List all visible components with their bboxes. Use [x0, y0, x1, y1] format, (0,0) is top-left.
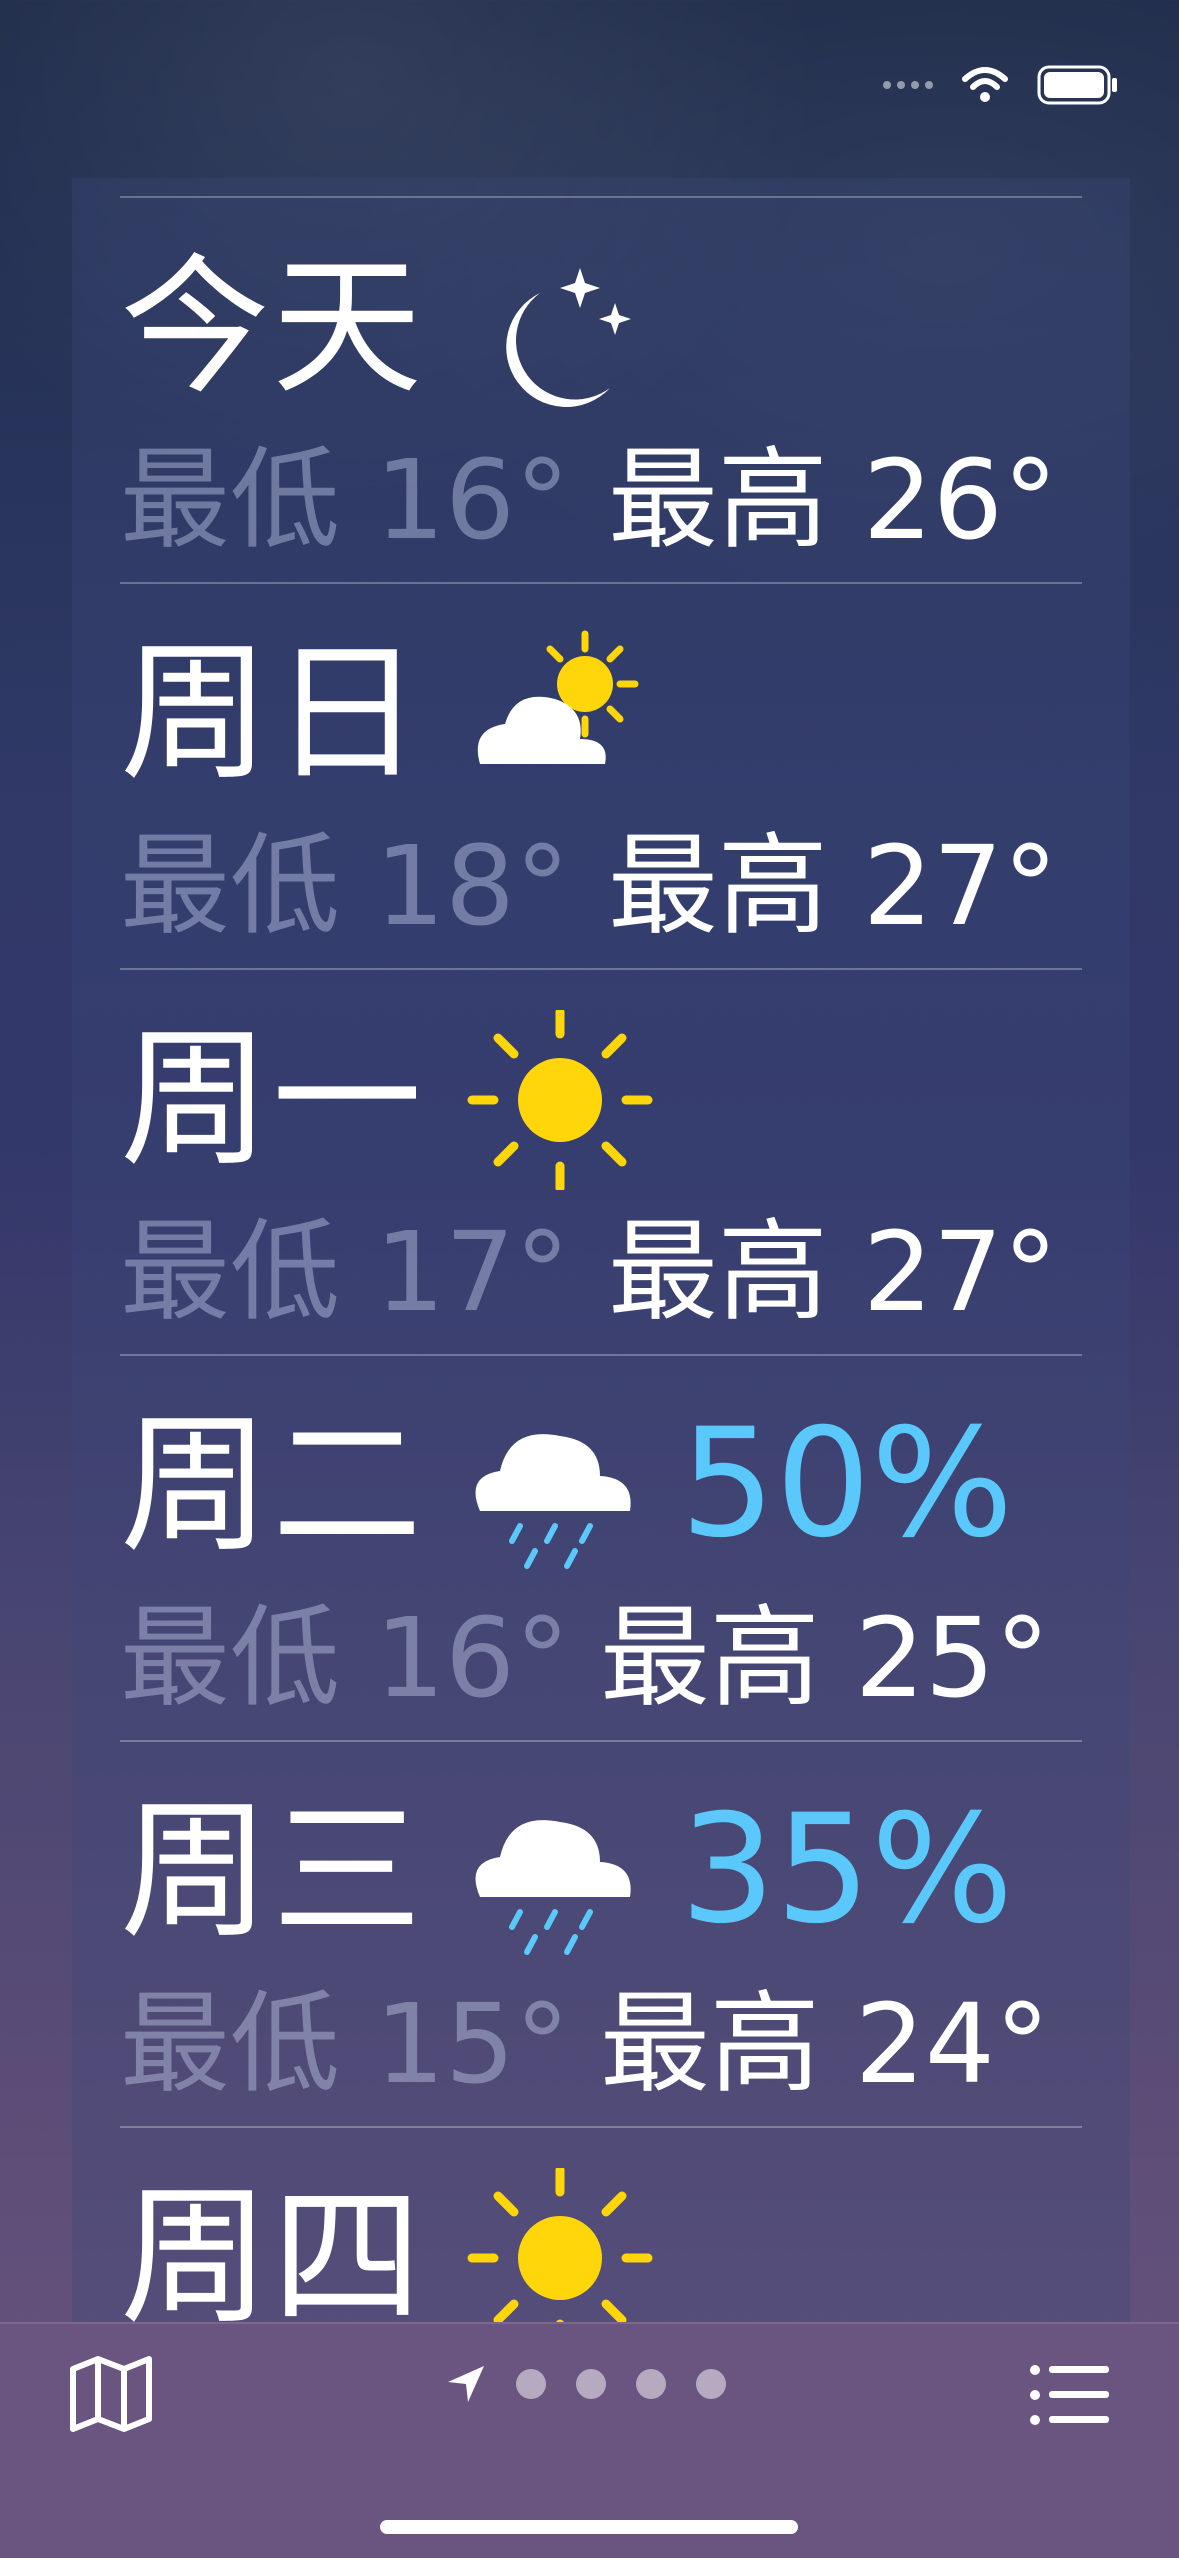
forecast-row: 周日 最低 18° 最高 27° — [120, 582, 1082, 970]
status-bar — [883, 60, 1119, 110]
battery-icon — [1037, 65, 1117, 105]
high-temp: 最高 25° — [599, 1594, 1050, 1722]
location-arrow-icon[interactable] — [446, 2364, 486, 2404]
rain-cloud-icon — [475, 1820, 631, 1955]
page-indicator[interactable] — [446, 2364, 726, 2404]
high-temp: 最高 24° — [599, 1980, 1050, 2108]
low-temp: 最低 15° — [120, 1980, 570, 2108]
day-label: 周一 — [120, 1013, 425, 1187]
precip-chance: 35% — [680, 1783, 1014, 1957]
rain-cloud-icon — [475, 1434, 631, 1569]
forecast-row: 周一 最低 17° 最高 27° — [120, 968, 1082, 1356]
day-label: 周日 — [120, 627, 425, 801]
day-label: 今天 — [120, 241, 425, 415]
bottom-toolbar — [0, 2322, 1179, 2558]
home-indicator[interactable] — [380, 2520, 798, 2534]
page-dot[interactable] — [576, 2369, 606, 2399]
precip-chance: 50% — [680, 1397, 1014, 1571]
moon-stars-icon — [506, 268, 631, 407]
forecast-row: 周二 50% 最低 16° 最高 25° — [120, 1354, 1082, 1742]
high-temp: 最高 27° — [607, 822, 1058, 950]
high-temp: 最高 26° — [607, 436, 1058, 564]
page-dot[interactable] — [636, 2369, 666, 2399]
day-label: 周三 — [120, 1785, 425, 1959]
list-icon[interactable] — [1029, 2362, 1111, 2428]
low-temp: 最低 16° — [120, 436, 570, 564]
page-dot[interactable] — [696, 2369, 726, 2399]
map-icon[interactable] — [68, 2354, 154, 2434]
low-temp: 最低 17° — [120, 1208, 570, 1336]
day-label: 周四 — [120, 2171, 425, 2330]
day-label: 周二 — [120, 1399, 425, 1573]
forecast-row: 周四 — [120, 2126, 1082, 2330]
wifi-icon — [962, 67, 1008, 102]
low-temp: 最低 16° — [120, 1594, 570, 1722]
partly-sunny-cloud-icon — [477, 630, 639, 764]
signal-icon — [883, 81, 933, 89]
forecast-row: 今天 最低 16° 最高 26° — [120, 196, 1082, 584]
low-temp: 最低 18° — [120, 822, 570, 950]
sun-icon — [467, 2168, 653, 2330]
sun-icon — [467, 1010, 653, 1190]
page-dot[interactable] — [516, 2369, 546, 2399]
forecast-panel[interactable]: 今天 最低 16° 最高 26° 周日 最低 18° 最高 27° 周一 最低 … — [72, 178, 1130, 2330]
forecast-row: 周三 35% 最低 15° 最高 24° — [120, 1740, 1082, 2128]
high-temp: 最高 27° — [607, 1208, 1058, 1336]
